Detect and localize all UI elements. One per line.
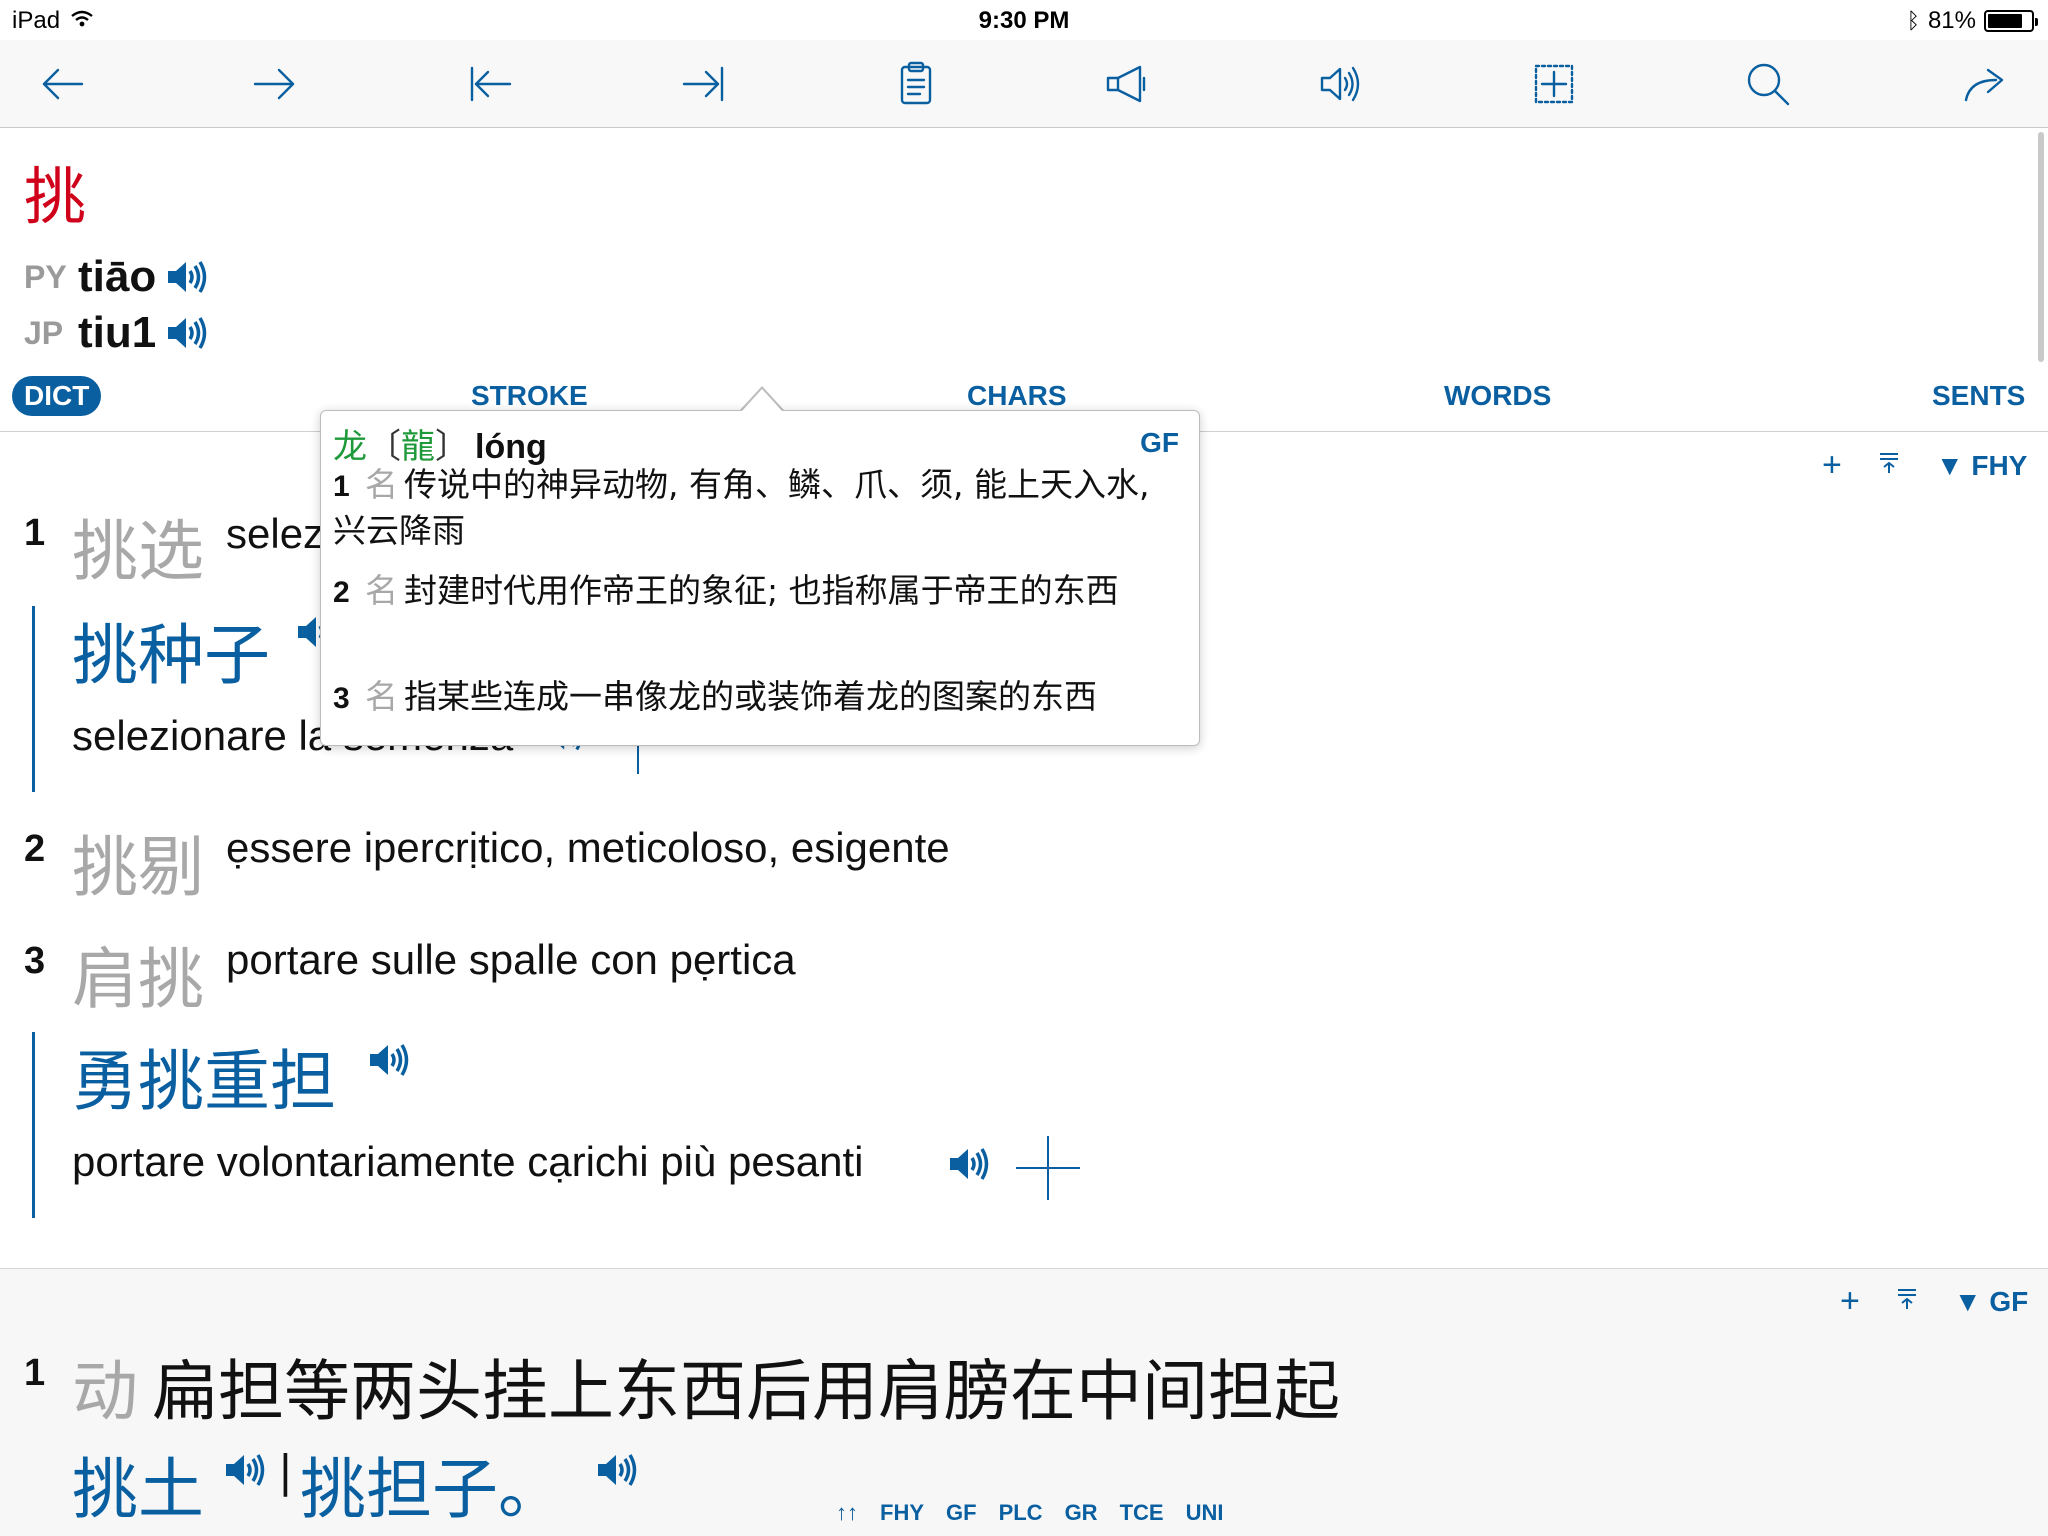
example-chinese[interactable]: 挑土: [72, 1436, 204, 1532]
popup-sense-number: 3: [333, 682, 350, 715]
gloss: portare sulle spalle con pẹrtica: [226, 936, 796, 983]
headword: 挑: [24, 160, 87, 233]
clipboard-icon[interactable]: [888, 56, 944, 112]
pinyin-value: tiāo: [78, 252, 157, 301]
add-example-button[interactable]: [1016, 1136, 1080, 1200]
popup-pos: 名: [365, 465, 398, 504]
example-bar: [32, 1032, 35, 1218]
speaker-icon[interactable]: [1312, 56, 1368, 112]
sense-number: 1: [24, 1352, 46, 1394]
last-icon[interactable]: [676, 56, 732, 112]
source-selector-fhy[interactable]: ▼ FHY: [1936, 450, 2028, 482]
jyutping-value: tiu1: [78, 308, 157, 357]
jyutping-row: JP tiu1: [24, 308, 210, 358]
compound-word[interactable]: 挑选: [72, 498, 204, 594]
sense-number: 3: [24, 940, 46, 982]
source-selector-gf[interactable]: ▼ GF: [1954, 1286, 2028, 1318]
megaphone-icon[interactable]: [1098, 56, 1154, 112]
source-link-fhy[interactable]: FHY: [880, 1500, 924, 1526]
example-translation: portare volontariamente cạrichi più pesa…: [72, 1138, 864, 1185]
tab-sents[interactable]: SENTS: [1932, 380, 2025, 412]
add-button[interactable]: +: [1822, 446, 1842, 485]
clock: 9:30 PM: [978, 7, 1070, 34]
example-chinese[interactable]: 挑种子: [72, 602, 270, 698]
popup-pointer-fill: [742, 389, 782, 411]
part-of-speech: 动: [72, 1353, 138, 1430]
section-tools-gf: + ▼ GF: [1840, 1282, 2028, 1321]
scroll-top-icon[interactable]: ↑↑: [836, 1500, 858, 1526]
sense-number: 2: [24, 828, 46, 870]
popup-sense: 2 名封建时代用作帝王的象征; 也指称属于帝王的东西: [333, 569, 1173, 615]
speaker-icon[interactable]: [166, 257, 210, 297]
popup-simplified[interactable]: 龙: [333, 427, 367, 467]
popup-sense-text: 封建时代用作帝王的象征; 也指称属于帝王的东西: [404, 571, 1119, 610]
speaker-icon[interactable]: [224, 1450, 268, 1490]
pinyin-row: PY tiāo: [24, 252, 210, 302]
tab-stroke[interactable]: STROKE: [471, 380, 588, 412]
status-bar: iPad 9:30 PM ᛒ 81%: [0, 0, 2048, 40]
gloss: ẹssere ipercrịtico, meticoloso, esigente: [226, 824, 950, 871]
arrow-left-icon[interactable]: [34, 56, 90, 112]
collapse-icon[interactable]: [1878, 451, 1900, 480]
popup-sense-text: 指某些连成一串像龙的或装饰着龙的图案的东西: [404, 677, 1097, 716]
tab-dict[interactable]: DICT: [12, 376, 102, 416]
first-icon[interactable]: [462, 56, 518, 112]
bluetooth-icon: ᛒ: [1906, 8, 1920, 33]
add-box-icon[interactable]: [1526, 56, 1582, 112]
popup-sense-text: 传说中的神异动物, 有角、鳞、爪、须, 能上天入水, 兴云降雨: [333, 465, 1150, 550]
popup-pinyin: lóng: [475, 428, 547, 466]
tab-chars[interactable]: CHARS: [967, 380, 1067, 412]
popup-sense: 3 名指某些连成一串像龙的或装饰着龙的图案的东西: [333, 675, 1173, 721]
speaker-icon[interactable]: [948, 1144, 992, 1184]
toolbar: [0, 40, 2048, 128]
speaker-icon[interactable]: [368, 1040, 412, 1080]
scrollbar[interactable]: [2038, 132, 2044, 362]
compound-word[interactable]: 肩挑: [72, 926, 204, 1022]
definition: 扁担等两头挂上东西后用肩膀在中间担起: [152, 1353, 1340, 1430]
battery-percent: 81%: [1927, 7, 1976, 34]
arrow-right-icon[interactable]: [247, 56, 303, 112]
popup-sense-number: 2: [333, 576, 350, 609]
source-link-uni[interactable]: UNI: [1186, 1500, 1224, 1526]
example-chinese[interactable]: 勇挑重担: [72, 1028, 336, 1124]
popup-traditional[interactable]: 龍: [401, 427, 435, 467]
source-link-gr[interactable]: GR: [1065, 1500, 1098, 1526]
speaker-icon[interactable]: [166, 313, 210, 353]
popup-bracket-close: 〕: [435, 427, 469, 467]
character-popup[interactable]: 龙〔龍〕 lóng GF 1 名传说中的神异动物, 有角、鳞、爪、须, 能上天入水,…: [320, 410, 1200, 746]
pron-tag: JP: [24, 314, 64, 351]
example-bar: [32, 606, 35, 792]
example-chinese[interactable]: 挑担子。: [300, 1436, 564, 1532]
compound-word[interactable]: 挑剔: [72, 814, 204, 910]
popup-pos: 名: [365, 571, 398, 610]
popup-sense: 1 名传说中的神异动物, 有角、鳞、爪、须, 能上天入水, 兴云降雨: [333, 463, 1173, 553]
dictionary-source-links: ↑↑ FHY GF PLC GR TCE UNI: [836, 1500, 1223, 1526]
sense-number: 1: [24, 512, 46, 554]
popup-pos: 名: [365, 677, 398, 716]
source-link-tce[interactable]: TCE: [1120, 1500, 1164, 1526]
search-icon[interactable]: [1740, 56, 1796, 112]
source-link-gf[interactable]: GF: [946, 1500, 977, 1526]
add-button[interactable]: +: [1840, 1282, 1860, 1321]
battery-icon: [1984, 10, 2038, 32]
tab-words[interactable]: WORDS: [1444, 380, 1551, 412]
popup-bracket-open: 〔: [367, 427, 401, 467]
speaker-icon[interactable]: [596, 1450, 640, 1490]
source-link-plc[interactable]: PLC: [999, 1500, 1043, 1526]
share-icon[interactable]: [1956, 56, 2012, 112]
popup-source[interactable]: GF: [1140, 427, 1179, 459]
popup-sense-number: 1: [333, 470, 350, 503]
section-tools-fhy: + ▼ FHY: [1822, 446, 2027, 485]
popup-title: 龙〔龍〕 lóng: [333, 419, 547, 468]
collapse-icon[interactable]: [1896, 1287, 1918, 1316]
example-separator: |: [278, 1446, 293, 1497]
pron-tag: PY: [24, 258, 67, 295]
